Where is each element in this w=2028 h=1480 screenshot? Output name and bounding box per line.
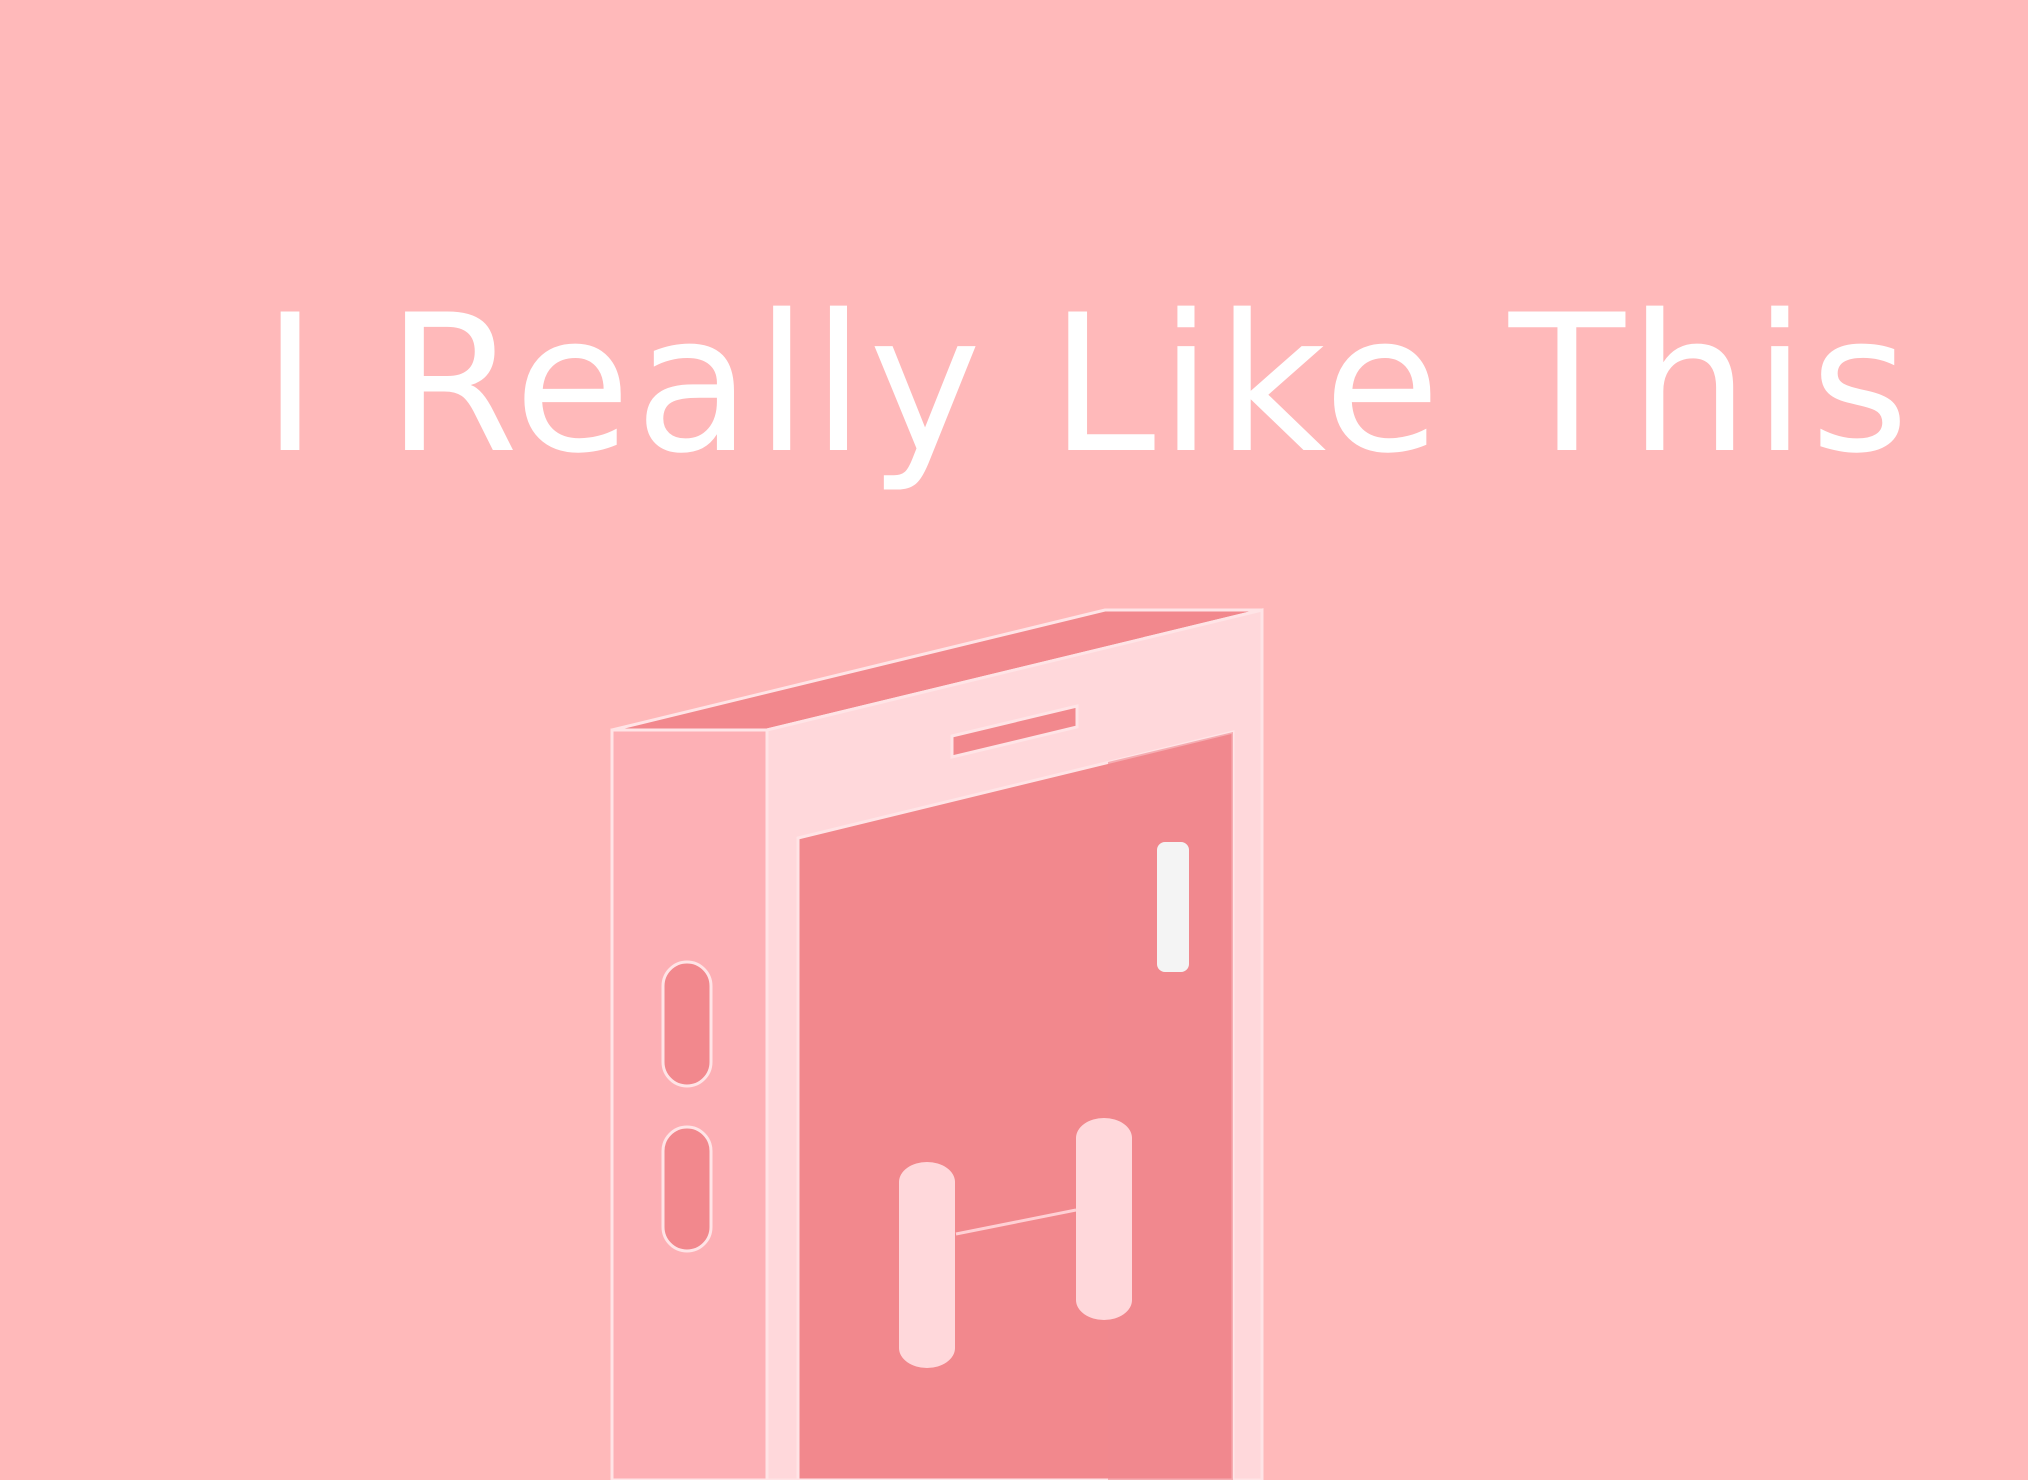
door-handle-icon (1157, 842, 1189, 972)
side-slot-icon (661, 1125, 713, 1253)
side-slot-icon (661, 960, 713, 1088)
box-side-face (610, 728, 769, 1480)
box-illustration (610, 608, 1264, 1480)
pipe-icon (1076, 1118, 1132, 1320)
scene: I Really Like This (0, 0, 2028, 1480)
pipe-icon (899, 1162, 955, 1368)
